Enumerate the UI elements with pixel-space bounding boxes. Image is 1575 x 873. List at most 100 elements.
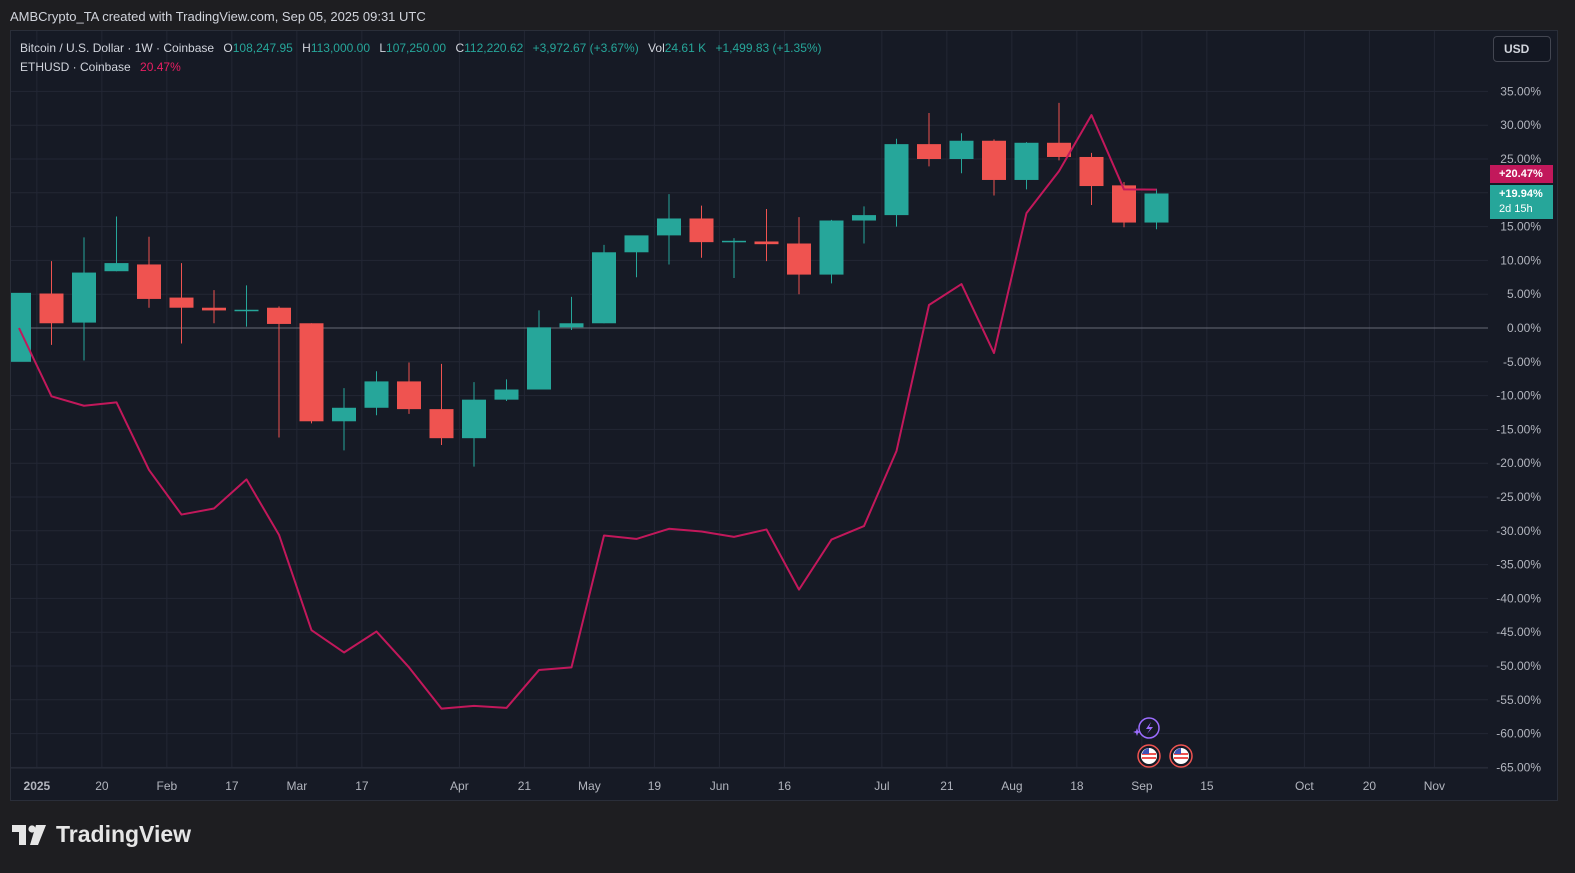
candle-body xyxy=(39,293,64,324)
main-symbol-row[interactable]: Bitcoin / U.S. Dollar · 1W · Coinbase O1… xyxy=(20,39,822,58)
bullish-candle xyxy=(559,296,584,331)
bullish-candle xyxy=(104,216,129,272)
y-tick-label: -60.00% xyxy=(1496,727,1541,741)
y-tick-label: 0.00% xyxy=(1507,321,1541,335)
bullish-candle xyxy=(11,292,31,362)
bearish-candle xyxy=(202,290,226,324)
y-tick-label: -65.00% xyxy=(1496,760,1541,774)
bearish-candle xyxy=(917,113,941,167)
compare-line-layer xyxy=(18,114,1157,710)
open-value: 108,247.95 xyxy=(232,41,293,55)
x-axis: 2025 20 Feb 17 Mar 17 Apr 21 May 19 Jun 16 Jul 21 Aug 1… xyxy=(11,767,1488,793)
chart-legend[interactable]: Bitcoin / U.S. Dollar · 1W · Coinbase O1… xyxy=(20,39,822,77)
x-tick-label: 15 xyxy=(1200,779,1214,793)
y-tick-label: -40.00% xyxy=(1496,591,1541,605)
candle-body xyxy=(299,323,324,422)
us-economic-event-icon xyxy=(1169,744,1193,768)
y-tick-label: -20.00% xyxy=(1496,456,1541,470)
bullish-candle xyxy=(332,388,356,451)
bullish-candle xyxy=(949,133,974,174)
y-tick-label: -10.00% xyxy=(1496,389,1541,403)
y-tick-label: -5.00% xyxy=(1503,355,1541,369)
bearish-candle xyxy=(689,205,714,258)
volume-value: 24.61 K xyxy=(664,41,707,55)
y-tick-label: -30.00% xyxy=(1496,524,1541,538)
candle-body xyxy=(722,240,746,243)
bearish-candle xyxy=(787,217,811,295)
compare-symbol-name[interactable]: ETHUSD · Coinbase xyxy=(20,60,131,74)
y-tick-label: -15.00% xyxy=(1496,422,1541,436)
high-label: H xyxy=(302,41,311,55)
high-value: 113,000.00 xyxy=(310,41,370,55)
candle-body xyxy=(1112,185,1136,223)
candle-body xyxy=(754,241,779,245)
bearish-candle xyxy=(429,363,454,445)
bearish-candle xyxy=(267,306,291,438)
x-tick-label: 17 xyxy=(355,779,369,793)
low-value: 107,250.00 xyxy=(386,41,447,55)
volume-change: +1,499.83 (+1.35%) xyxy=(715,41,822,55)
x-tick-label: Oct xyxy=(1295,779,1314,793)
y-tick-label: -25.00% xyxy=(1496,490,1541,504)
candle-body xyxy=(624,235,649,253)
x-tick-label: 17 xyxy=(225,779,239,793)
btc-price-tag: +19.94% 2d 15h xyxy=(1490,185,1553,219)
close-value: 112,220.62 xyxy=(464,41,524,55)
bullish-candle xyxy=(592,244,616,324)
x-tick-label: May xyxy=(578,779,601,793)
eth-price-tag: +20.47% xyxy=(1490,165,1553,183)
compare-symbol-row[interactable]: ETHUSD · Coinbase 20.47% xyxy=(20,58,822,77)
y-tick-label: -45.00% xyxy=(1496,625,1541,639)
candle-countdown: 2d 15h xyxy=(1499,203,1533,215)
bullish-candle xyxy=(72,237,96,361)
x-tick-label: 2025 xyxy=(24,779,51,793)
bearish-candle xyxy=(39,261,64,345)
x-tick-label: Aug xyxy=(1001,779,1022,793)
candle-body xyxy=(494,389,519,400)
x-tick-label: Mar xyxy=(287,779,308,793)
chart-svg[interactable]: 35.00%30.00%25.00%20.00%15.00%10.00%5.00… xyxy=(11,31,1557,800)
bearish-candle xyxy=(169,263,194,344)
candle-body xyxy=(559,323,584,328)
bullish-candle xyxy=(1144,188,1169,230)
grid-layer xyxy=(11,31,1488,768)
eth-price-tag-value: +20.47% xyxy=(1499,168,1543,180)
candle-body xyxy=(397,381,421,410)
candle-body xyxy=(689,218,714,243)
change-value: +3,972.67 (+3.67%) xyxy=(532,41,639,55)
x-tick-label: Nov xyxy=(1424,779,1445,793)
currency-button[interactable]: USD xyxy=(1493,36,1551,62)
bearish-candle xyxy=(1047,102,1071,161)
bullish-candle xyxy=(527,310,551,390)
candle-body xyxy=(657,218,681,236)
bullish-candle xyxy=(884,138,909,227)
candle-body xyxy=(1144,193,1169,223)
candle-body xyxy=(234,309,259,312)
candle-body xyxy=(527,327,551,390)
x-tick-label: Sep xyxy=(1131,779,1153,793)
x-tick-label: 19 xyxy=(648,779,662,793)
candle-body xyxy=(819,220,844,275)
candle-body xyxy=(1079,156,1104,187)
close-label: C xyxy=(455,41,465,55)
candle-body xyxy=(169,297,194,308)
x-tick-label: Apr xyxy=(450,779,469,793)
candle-body xyxy=(462,399,486,439)
candle-body xyxy=(267,307,291,324)
symbol-name[interactable]: Bitcoin / U.S. Dollar · 1W · Coinbase xyxy=(20,41,214,55)
x-tick-label: Jul xyxy=(874,779,889,793)
bullish-candle xyxy=(624,235,649,278)
candle-body xyxy=(787,243,811,275)
bullish-candle xyxy=(852,206,876,244)
candle-body xyxy=(982,140,1006,180)
bearish-candle xyxy=(982,139,1006,196)
candle-body xyxy=(949,140,974,159)
tradingview-logo[interactable]: TradingView xyxy=(12,821,191,848)
tradingview-logo-text: TradingView xyxy=(56,821,192,847)
candle-body xyxy=(332,407,356,422)
x-tick-label: 20 xyxy=(95,779,109,793)
x-tick-label: 21 xyxy=(518,779,532,793)
candle-body xyxy=(364,381,389,408)
bearish-candle xyxy=(137,236,161,308)
open-label: O xyxy=(223,41,233,55)
